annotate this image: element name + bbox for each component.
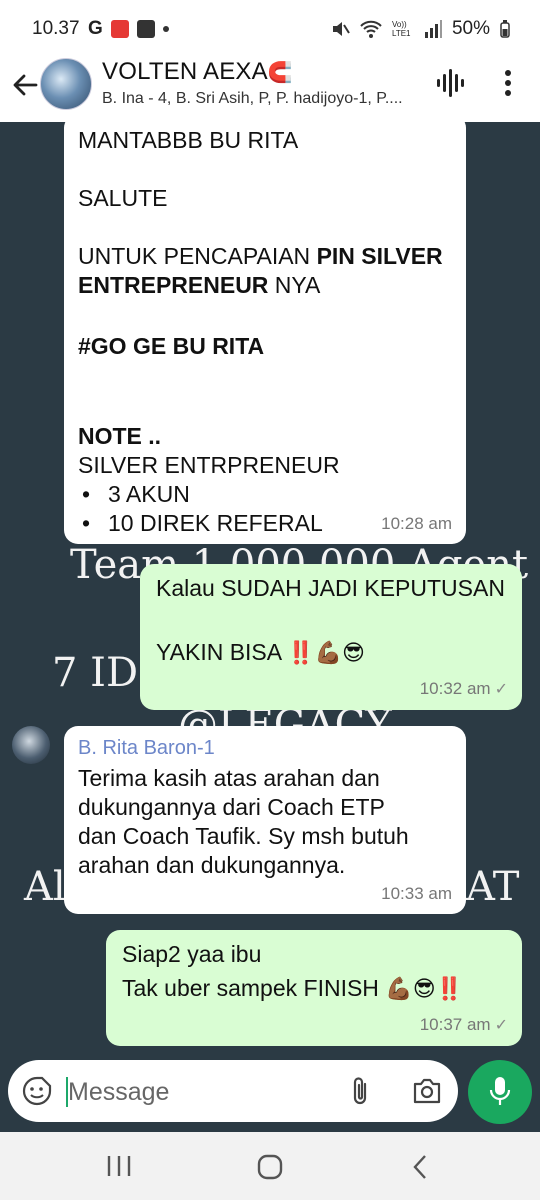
message-line: UNTUK PENCAPAIAN PIN SILVER [78,243,443,269]
composer-row [0,1050,540,1132]
sticker-icon[interactable] [22,1076,52,1106]
chat-area[interactable]: Team 1.000.000 Agent 7 ID @LEGACY Al AT … [0,122,540,1132]
message-line: arahan dan dukungannya. [78,852,346,878]
group-title[interactable]: VOLTEN AEXA🧲 [102,58,293,86]
sent-check-icon: ✓ [494,681,508,698]
wallpaper-text-2: 7 ID [52,650,139,696]
more-options-icon[interactable] [500,68,516,98]
microphone-icon [489,1077,511,1105]
voice-chat-icon[interactable] [436,68,464,98]
back-nav-icon[interactable] [410,1154,430,1180]
status-left-icons: G [88,18,169,40]
message-line: Siap2 yaa ibu [122,941,262,967]
list-item: • 3 AKUN [82,481,190,507]
message-line: Kalau SUDAH JADI KEPUTUSAN [156,575,505,601]
message-line: Terima kasih atas arahan dan [78,765,380,791]
message-line: SALUTE [78,185,168,211]
group-avatar[interactable] [40,58,92,110]
message-line: SILVER ENTRPRENEUR [78,452,340,478]
google-icon: G [88,18,103,39]
system-nav-bar [0,1132,540,1200]
lte-icon: Vo)) LTE1 [391,20,411,38]
attach-icon[interactable] [350,1076,372,1108]
message-time: 10:33 am [381,884,452,903]
sender-name[interactable]: B. Rita Baron-1 [78,734,215,763]
message-line: #GO GE BU RITA [78,333,265,359]
message-input[interactable] [66,1073,330,1111]
text-caret [66,1077,68,1107]
message-line: dan Coach Taufik. Sy msh butuh [78,823,409,849]
message-line: MANTABBB BU RITA [78,127,299,153]
app-icon [136,20,155,38]
message-bubble-incoming[interactable]: MANTABBB BU RITA SALUTE UNTUK PENCAPAIAN… [64,122,466,544]
message-bubble-incoming[interactable]: B. Rita Baron-1 Terima kasih atas arahan… [64,726,466,914]
pdf-icon [110,20,129,38]
dot-icon [162,26,169,32]
message-time: 10:32 am ✓ [419,679,508,698]
status-bar: 10.37 G Vo)) LTE1 50% [0,0,540,58]
list-item: • 10 DIREK REFERAL [82,510,323,536]
back-arrow-icon[interactable] [10,70,40,100]
mute-icon [332,22,350,36]
chat-header: VOLTEN AEXA🧲 B. Ina - 4, B. Sri Asih, P,… [0,58,540,122]
message-composer [8,1060,458,1122]
wallpaper-text-4: Al [24,864,66,910]
status-right-icons: Vo)) LTE1 50% [330,18,510,40]
message-line: Tak uber sampek FINISH 💪🏾😎‼️ [122,975,464,1001]
message-bubble-outgoing[interactable]: Siap2 yaa ibu Tak uber sampek FINISH 💪🏾😎… [106,930,522,1046]
group-title-text: VOLTEN AEXA [102,58,268,85]
emoji-group: ‼️💪🏾😎 [287,640,365,665]
battery-icon [500,20,510,38]
home-icon[interactable] [257,1154,283,1180]
wifi-icon [360,20,382,38]
message-line: ENTREPRENEUR NYA [78,272,321,298]
message-time: 10:28 am [381,514,452,533]
camera-icon[interactable] [412,1078,442,1104]
status-time: 10.37 [32,18,80,39]
message-line: NOTE .. [78,423,162,449]
message-time: 10:37 am ✓ [419,1015,508,1034]
message-bubble-outgoing[interactable]: Kalau SUDAH JADI KEPUTUSAN YAKIN BISA ‼️… [140,564,522,710]
magnet-emoji: 🧲 [267,62,293,84]
signal-icon [424,20,442,38]
emoji-group: 💪🏾😎‼️ [385,976,464,1001]
group-members[interactable]: B. Ina - 4, B. Sri Asih, P, P. hadijoyo-… [102,90,432,108]
sender-avatar[interactable] [12,726,50,764]
message-line: dukungannya dari Coach ETP [78,794,385,820]
sent-check-icon: ✓ [494,1017,508,1034]
voice-record-button[interactable] [468,1060,532,1124]
wallpaper-text-5: AT [466,864,520,910]
recent-apps-icon[interactable] [106,1154,132,1178]
battery-text: 50% [451,18,490,39]
message-line: YAKIN BISA ‼️💪🏾😎 [156,639,365,665]
